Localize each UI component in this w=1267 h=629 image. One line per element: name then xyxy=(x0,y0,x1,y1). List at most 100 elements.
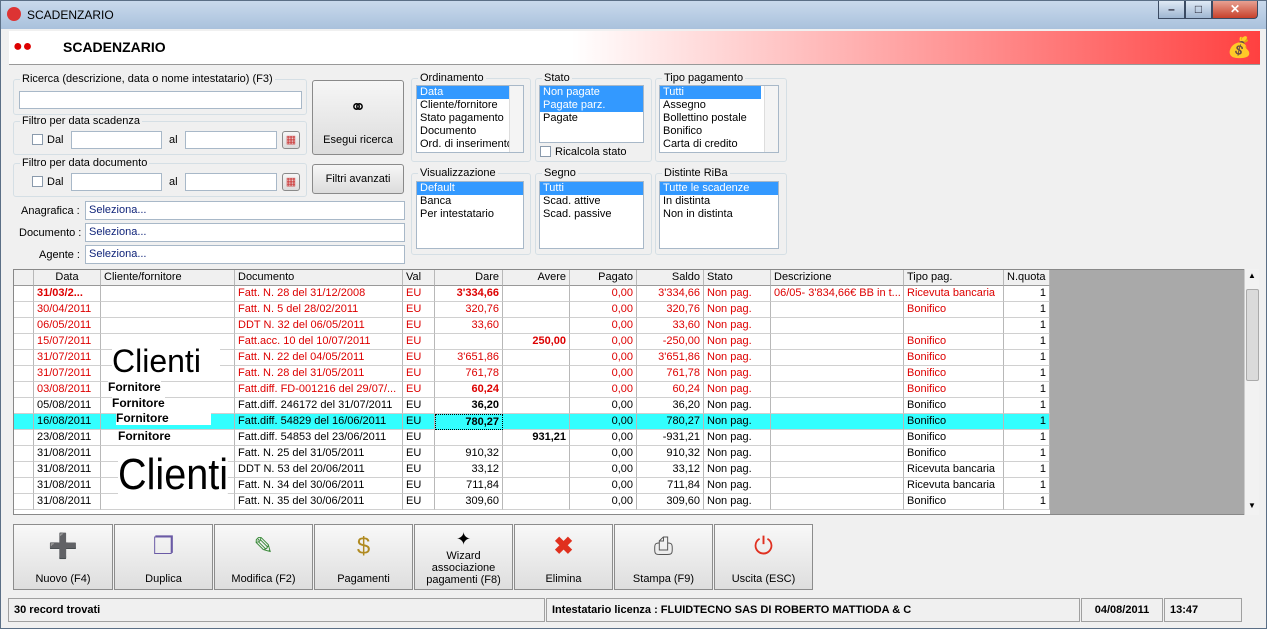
cell-val: EU xyxy=(403,334,435,350)
cell-stato: Non pag. xyxy=(704,398,771,414)
cell-doc: Fatt. N. 35 del 30/06/2011 xyxy=(235,494,403,510)
scadenza-to-date[interactable] xyxy=(185,131,277,149)
list-item[interactable]: Bollettino postale xyxy=(660,112,778,125)
cell-quota: 1 xyxy=(1004,478,1050,494)
ricalcola-label: Ricalcola stato xyxy=(555,146,627,158)
scadenza-calendar-icon[interactable]: ▦ xyxy=(282,131,300,149)
table-row[interactable]: 30/04/2011 Fatt. N. 5 del 28/02/2011 EU 320… xyxy=(14,302,1050,318)
list-item[interactable]: Tutti xyxy=(660,86,761,99)
header-pagato[interactable]: Pagato xyxy=(570,270,637,286)
wizard-button[interactable]: ✦ Wizard associazione pagamenti (F8) xyxy=(414,524,513,590)
list-item[interactable]: Non pagate xyxy=(540,86,643,99)
ricalcola-checkbox[interactable] xyxy=(540,146,551,157)
cell-stato: Non pag. xyxy=(704,286,771,302)
cell-avere: 931,21 xyxy=(503,430,570,446)
scroll-up-icon[interactable]: ▲ xyxy=(1245,271,1259,280)
scroll-down-icon[interactable]: ▼ xyxy=(1245,501,1259,510)
header-documento[interactable]: Documento xyxy=(235,270,403,286)
scadenza-from-date[interactable] xyxy=(71,131,162,149)
header-tipo-pag[interactable]: Tipo pag. xyxy=(904,270,1004,286)
stato-list[interactable]: Non pagate Pagate parz. Pagate xyxy=(539,85,644,143)
cell-val: EU xyxy=(403,430,435,446)
documento-to-date[interactable] xyxy=(185,173,277,191)
table-scrollbar[interactable]: ▲ ▼ xyxy=(1244,269,1259,515)
main-window: SCADENZARIO – □ ✕ ●● SCADENZARIO 💰 Ricer… xyxy=(0,0,1267,629)
tipo-pagamento-list[interactable]: Tutti Assegno Bollettino postale Bonific… xyxy=(659,85,779,153)
segno-list[interactable]: Tutti Scad. attive Scad. passive xyxy=(539,181,644,249)
list-item[interactable]: In distinta xyxy=(660,195,778,208)
duplica-button[interactable]: ❐ Duplica xyxy=(114,524,213,590)
elimina-button[interactable]: ✖ Elimina xyxy=(514,524,613,590)
header-val[interactable]: Val xyxy=(403,270,435,286)
header-avere[interactable]: Avere xyxy=(503,270,570,286)
cell-pagato: 0,00 xyxy=(570,414,637,430)
agente-field[interactable]: Seleziona... xyxy=(85,245,405,264)
close-button[interactable]: ✕ xyxy=(1212,1,1258,19)
search-button[interactable]: ⚭ Esegui ricerca xyxy=(312,80,404,155)
list-item[interactable]: Bonifico xyxy=(660,125,778,138)
cell-data: 31/07/2011 xyxy=(34,350,101,366)
distinte-label: Distinte RiBa xyxy=(662,167,730,179)
scroll-thumb[interactable] xyxy=(1246,289,1259,381)
list-item[interactable]: Non in distinta xyxy=(660,208,778,221)
list-item[interactable]: Tutte le scadenze xyxy=(660,182,778,195)
ordinamento-scrollbar[interactable] xyxy=(509,86,523,152)
nuovo-button[interactable]: ➕ Nuovo (F4) xyxy=(13,524,113,590)
maximize-button[interactable]: □ xyxy=(1185,1,1212,19)
anagrafica-field[interactable]: Seleziona... xyxy=(85,201,405,220)
list-item[interactable]: Documento xyxy=(417,125,523,138)
list-item[interactable]: Tutti xyxy=(540,182,643,195)
cell-val: EU xyxy=(403,318,435,334)
stampa-button[interactable]: ⎙ Stampa (F9) xyxy=(614,524,713,590)
header-stato[interactable]: Stato xyxy=(704,270,771,286)
uscita-button[interactable]: ⏻ Uscita (ESC) xyxy=(714,524,813,590)
list-item[interactable]: Ord. di inserimento xyxy=(417,138,523,151)
nuovo-label: Nuovo (F4) xyxy=(35,573,91,585)
list-item[interactable]: Scad. attive xyxy=(540,195,643,208)
visualizzazione-list[interactable]: Default Banca Per intestatario xyxy=(416,181,524,249)
header-dare[interactable]: Dare xyxy=(435,270,503,286)
pagamenti-button[interactable]: $ Pagamenti xyxy=(314,524,413,590)
modifica-button[interactable]: ✎ Modifica (F2) xyxy=(214,524,313,590)
list-item[interactable]: Stato pagamento xyxy=(417,112,523,125)
minimize-button[interactable]: – xyxy=(1158,1,1185,19)
ordinamento-list[interactable]: Data Cliente/fornitore Stato pagamento D… xyxy=(416,85,524,153)
header-descrizione[interactable]: Descrizione xyxy=(771,270,904,286)
header-cliente[interactable]: Cliente/fornitore xyxy=(101,270,235,286)
list-item[interactable]: Pagate parz. xyxy=(540,99,643,112)
header-n-quota[interactable]: N.quota xyxy=(1004,270,1050,286)
cell-avere xyxy=(503,446,570,462)
list-item[interactable]: Default xyxy=(417,182,523,195)
cell-dare: 780,27 xyxy=(435,414,503,430)
list-item[interactable]: Banca xyxy=(417,195,523,208)
cell-data: 30/04/2011 xyxy=(34,302,101,318)
documento-field[interactable]: Seleziona... xyxy=(85,223,405,242)
cell-saldo: 3'651,86 xyxy=(637,350,704,366)
search-input[interactable] xyxy=(19,91,302,109)
documento-calendar-icon[interactable]: ▦ xyxy=(282,173,300,191)
table-row[interactable]: 03/08/2011 Fatt.diff. FD-001216 del 29/07… xyxy=(14,382,1050,398)
list-item[interactable]: Carta di credito xyxy=(660,138,778,151)
table-row[interactable]: 31/03/2... Fatt. N. 28 del 31/12/2008 EU 3'… xyxy=(14,286,1050,302)
list-item[interactable]: Per intestatario xyxy=(417,208,523,221)
cell-avere xyxy=(503,366,570,382)
list-item[interactable]: Assegno xyxy=(660,99,778,112)
cell-tipo: Ricevuta bancaria xyxy=(904,478,1004,494)
documento-from-date[interactable] xyxy=(71,173,162,191)
distinte-list[interactable]: Tutte le scadenze In distinta Non in dis… xyxy=(659,181,779,249)
list-item[interactable]: Pagate xyxy=(540,112,643,125)
table-row[interactable]: 06/05/2011 DDT N. 32 del 06/05/2011 EU 33,6… xyxy=(14,318,1050,334)
stampa-label: Stampa (F9) xyxy=(632,573,695,585)
list-item[interactable]: Data xyxy=(417,86,523,99)
list-item[interactable]: Cliente/fornitore xyxy=(417,99,523,112)
cell-val: EU xyxy=(403,398,435,414)
tipo-pagamento-scrollbar[interactable] xyxy=(764,86,778,152)
cell-quota: 1 xyxy=(1004,334,1050,350)
header-saldo[interactable]: Saldo xyxy=(637,270,704,286)
advanced-filters-button[interactable]: Filtri avanzati xyxy=(312,164,404,194)
documento-dal-checkbox[interactable] xyxy=(32,176,43,187)
list-item[interactable]: Scad. passive xyxy=(540,208,643,221)
header-data[interactable]: Data xyxy=(34,270,101,286)
cell-saldo: -250,00 xyxy=(637,334,704,350)
scadenza-dal-checkbox[interactable] xyxy=(32,134,43,145)
